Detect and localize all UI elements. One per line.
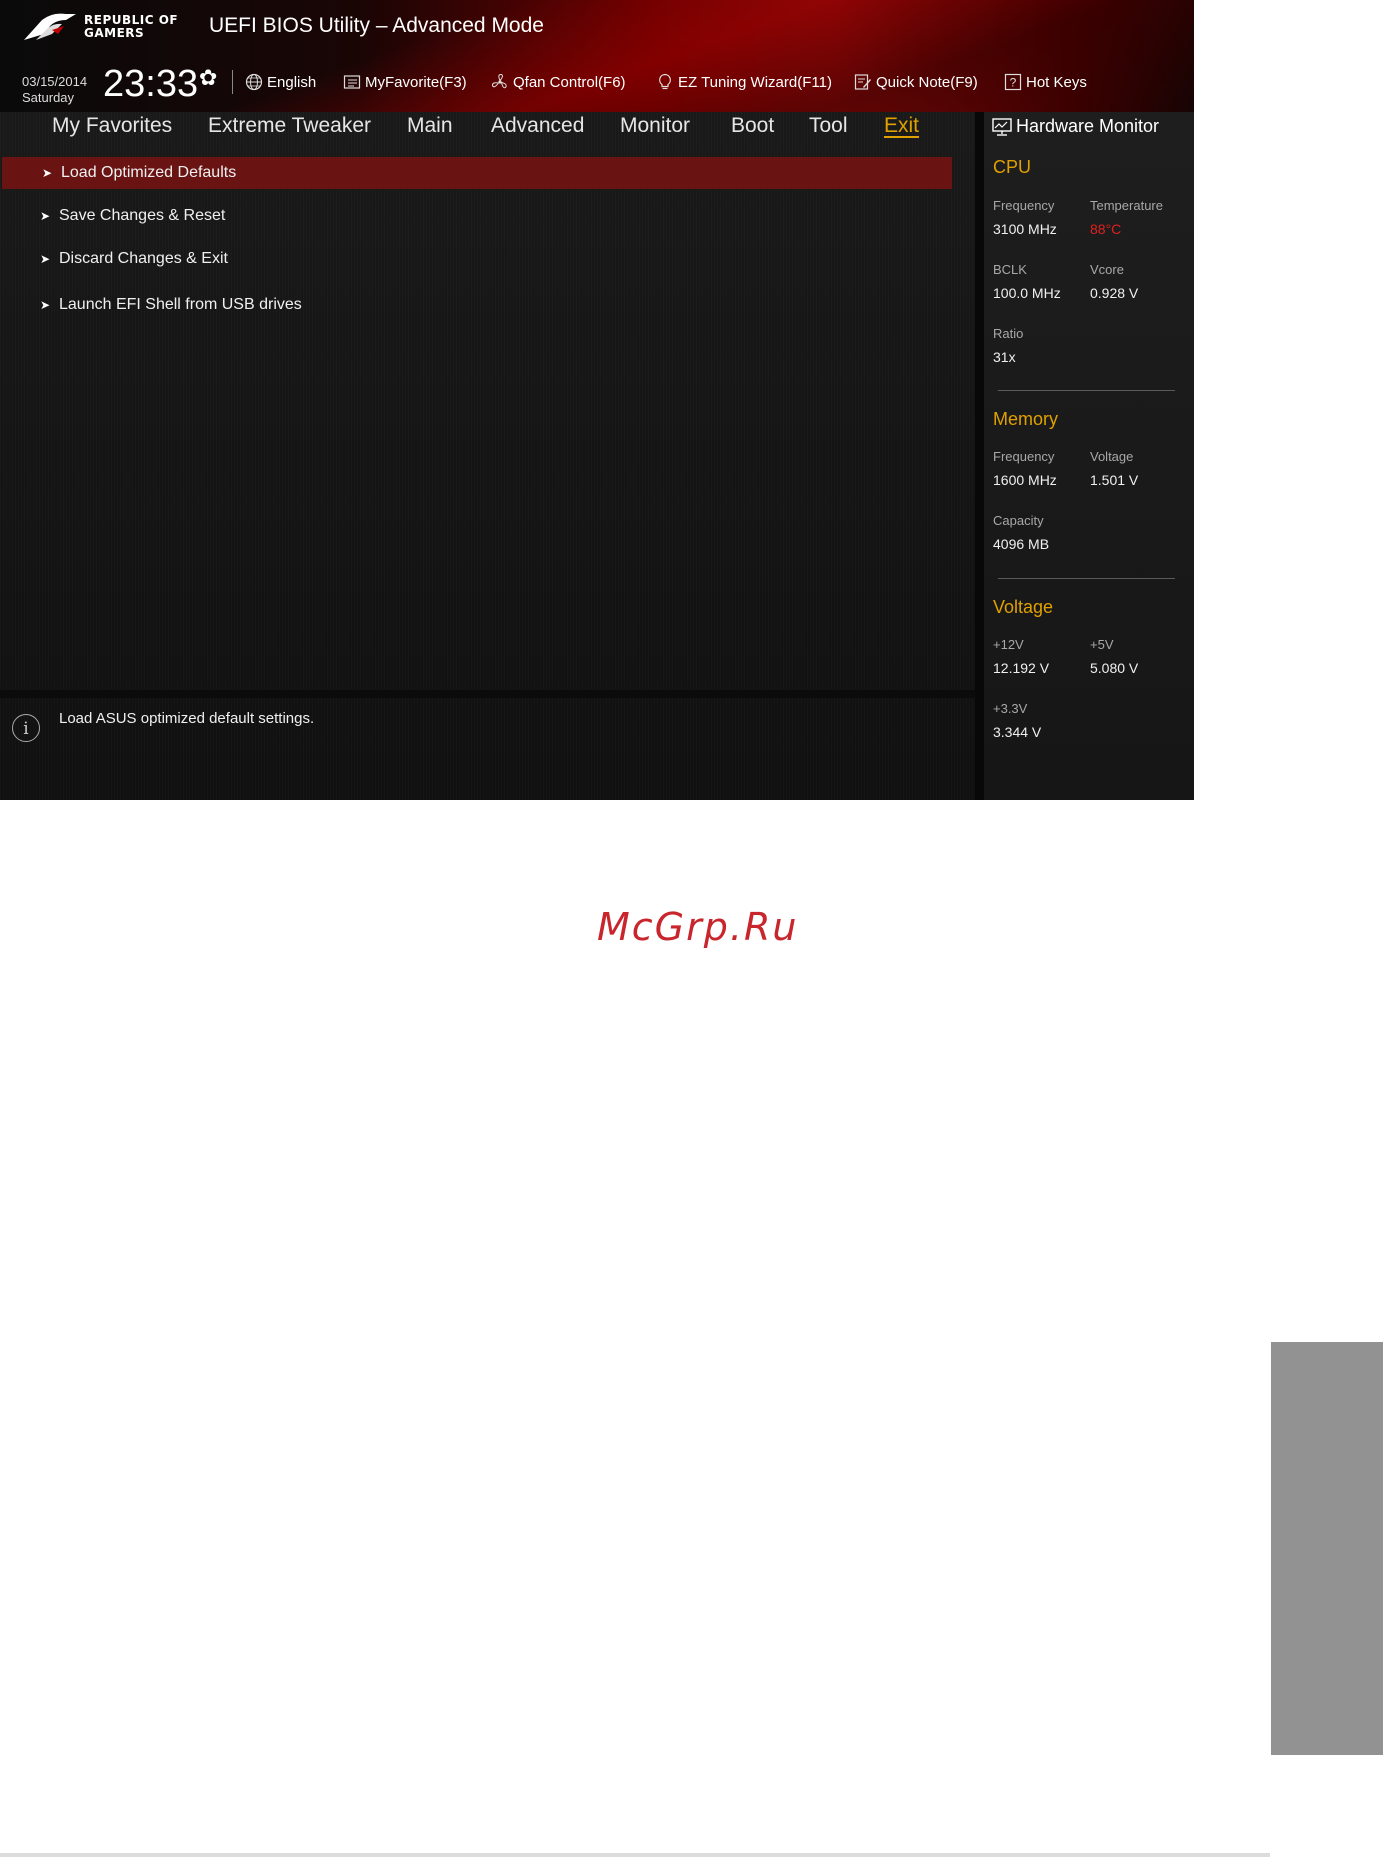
question-icon: ? <box>1004 73 1022 91</box>
myfavorite-label: MyFavorite(F3) <box>365 73 467 91</box>
logo-text: REPUBLIC OF GAMERS <box>84 14 178 40</box>
clock: 23:33 <box>103 63 199 105</box>
tab-my-favorites[interactable]: My Favorites <box>52 114 172 138</box>
hw-panel-divider <box>975 112 984 800</box>
quick-note-button[interactable]: Quick Note(F9) <box>854 73 978 91</box>
cpu-vcore-value: 0.928 V <box>1090 285 1139 301</box>
item-label: Save Changes & Reset <box>59 207 226 224</box>
tab-extreme-tweaker[interactable]: Extreme Tweaker <box>208 114 371 138</box>
item-label: Load Optimized Defaults <box>61 164 237 181</box>
cpu-frequency-label: Frequency <box>993 198 1055 213</box>
toolbar-divider <box>232 70 233 94</box>
arrow-right-icon: ➤ <box>40 252 51 266</box>
cpu-heading: CPU <box>993 157 1032 177</box>
item-label: Discard Changes & Exit <box>59 250 228 267</box>
memory-capacity-label: Capacity <box>993 513 1044 528</box>
cpu-bclk-label: BCLK <box>993 262 1027 277</box>
arrow-right-icon: ➤ <box>42 166 53 180</box>
hw-divider <box>998 578 1175 579</box>
hw-title-text: Hardware Monitor <box>1016 116 1160 136</box>
hardware-monitor-title: Hardware Monitor <box>992 116 1159 137</box>
memory-frequency-value: 1600 MHz <box>993 472 1057 488</box>
cpu-temperature-value: 88°C <box>1090 221 1122 237</box>
logo-line-2: GAMERS <box>84 26 145 40</box>
hot-keys-button[interactable]: ? Hot Keys <box>1004 73 1087 91</box>
cpu-vcore-label: Vcore <box>1090 262 1124 277</box>
cpu-ratio-label: Ratio <box>993 326 1024 341</box>
hw-divider <box>998 390 1175 391</box>
arrow-right-icon: ➤ <box>40 298 51 312</box>
rog-eye-icon <box>24 13 76 40</box>
gear-icon[interactable]: ✿ <box>199 66 217 91</box>
tab-main[interactable]: Main <box>407 114 453 138</box>
discard-changes-exit-item[interactable]: ➤ Discard Changes & Exit <box>0 243 950 275</box>
launch-efi-shell-item[interactable]: ➤ Launch EFI Shell from USB drives <box>0 289 950 321</box>
svg-text:?: ? <box>1010 76 1017 90</box>
date-text: 03/15/2014 <box>22 74 88 89</box>
tab-boot[interactable]: Boot <box>731 114 774 138</box>
cpu-frequency-value: 3100 MHz <box>993 221 1057 237</box>
fan-icon <box>491 73 509 91</box>
cpu-bclk-value: 100.0 MHz <box>993 285 1061 301</box>
voltage-5v-value: 5.080 V <box>1090 660 1139 676</box>
tab-monitor[interactable]: Monitor <box>620 114 690 138</box>
page-side-tab <box>1271 1342 1383 1755</box>
lightbulb-icon <box>656 73 674 91</box>
hot-keys-label: Hot Keys <box>1026 73 1087 91</box>
language-button[interactable]: English <box>245 73 316 91</box>
help-divider <box>0 690 975 698</box>
myfavorite-button[interactable]: MyFavorite(F3) <box>343 73 467 91</box>
cpu-temperature-label: Temperature <box>1090 198 1163 213</box>
arrow-right-icon: ➤ <box>40 209 51 223</box>
tab-advanced[interactable]: Advanced <box>491 114 584 138</box>
day-text: Saturday <box>22 90 75 105</box>
voltage-33v-value: 3.344 V <box>993 724 1042 740</box>
save-changes-reset-item[interactable]: ➤ Save Changes & Reset <box>0 200 950 232</box>
watermark: McGrp.Ru <box>597 905 799 949</box>
cpu-ratio-value: 31x <box>993 349 1016 365</box>
load-optimized-defaults-item[interactable]: ➤ Load Optimized Defaults <box>2 157 952 189</box>
date-block: 03/15/2014 Saturday <box>22 74 87 106</box>
memory-capacity-value: 4096 MB <box>993 536 1050 552</box>
voltage-12v-label: +12V <box>993 637 1024 652</box>
bios-screen: REPUBLIC OF GAMERS UEFI BIOS Utility – A… <box>0 0 1194 800</box>
help-text: Load ASUS optimized default settings. <box>59 710 315 727</box>
qfan-control-label: Qfan Control(F6) <box>513 73 626 91</box>
ez-tuning-wizard-button[interactable]: EZ Tuning Wizard(F11) <box>656 73 832 91</box>
app-title: UEFI BIOS Utility – Advanced Mode <box>209 14 544 37</box>
voltage-heading: Voltage <box>993 597 1054 617</box>
list-icon <box>343 73 361 91</box>
voltage-12v-value: 12.192 V <box>993 660 1050 676</box>
language-label: English <box>267 73 317 91</box>
qfan-control-button[interactable]: Qfan Control(F6) <box>491 73 626 91</box>
quick-note-label: Quick Note(F9) <box>876 73 978 91</box>
memory-heading: Memory <box>993 409 1059 429</box>
voltage-5v-label: +5V <box>1090 637 1114 652</box>
tab-tool[interactable]: Tool <box>809 114 848 138</box>
note-icon <box>854 73 872 91</box>
bottom-rule <box>0 1853 1270 1857</box>
voltage-33v-label: +3.3V <box>993 701 1028 716</box>
monitor-icon <box>992 117 1012 136</box>
ez-tuning-wizard-label: EZ Tuning Wizard(F11) <box>678 73 832 91</box>
memory-frequency-label: Frequency <box>993 449 1055 464</box>
item-label: Launch EFI Shell from USB drives <box>59 296 302 313</box>
memory-voltage-value: 1.501 V <box>1090 472 1139 488</box>
info-icon: i <box>12 714 40 742</box>
tab-exit[interactable]: Exit <box>884 114 919 138</box>
globe-icon <box>245 73 263 91</box>
memory-voltage-label: Voltage <box>1090 449 1134 464</box>
rog-logo: REPUBLIC OF GAMERS <box>22 8 190 46</box>
